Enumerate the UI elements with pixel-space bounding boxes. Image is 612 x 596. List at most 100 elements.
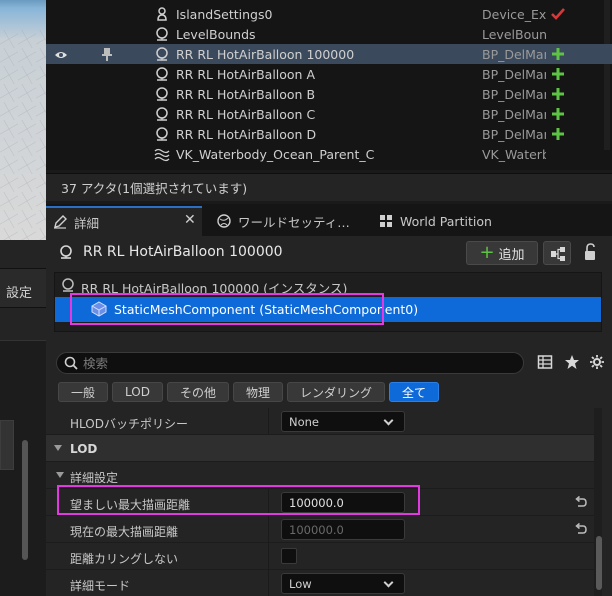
left-panel-box — [0, 420, 14, 470]
outliner-row-type: Device_Exp — [482, 6, 546, 22]
outliner-row[interactable]: RR RL HotAirBalloon C BP_DelMar — [46, 104, 612, 124]
reset-icon[interactable] — [574, 522, 588, 536]
chevron-down-icon — [383, 577, 394, 588]
checkmark-icon[interactable] — [550, 6, 566, 22]
current-draw-label: 現在の最大描画距離 — [70, 525, 179, 539]
advanced-label: 詳細設定 — [70, 471, 119, 485]
actor-icon — [154, 106, 170, 122]
outliner-row[interactable]: RR RL HotAirBalloon D BP_DelMar — [46, 124, 612, 144]
outliner-row-type: LevelBounds — [482, 26, 546, 42]
outliner-row[interactable]: IslandSettings0 Device_Exp — [46, 4, 612, 24]
filter-misc[interactable]: その他 — [166, 382, 229, 402]
viewport[interactable] — [0, 0, 46, 240]
hlod-label: HLODバッチポリシー — [70, 417, 188, 431]
reset-icon[interactable] — [574, 495, 588, 509]
outliner-row-label: RR RL HotAirBalloon 100000 — [176, 46, 355, 62]
star-icon[interactable] — [564, 354, 580, 370]
pin-icon[interactable] — [102, 47, 112, 61]
filter-all[interactable]: 全て — [389, 382, 440, 402]
table-view-icon[interactable] — [537, 354, 553, 370]
left-settings-header[interactable]: 設定 — [0, 268, 46, 308]
eye-icon[interactable] — [54, 49, 68, 59]
lod-category-label: LOD — [70, 442, 98, 456]
detail-mode-label: 詳細モード — [70, 579, 131, 593]
outliner-row-type: BP_DelMar — [482, 46, 546, 62]
detail-mode-dropdown[interactable]: Low — [281, 573, 405, 594]
globe-icon — [217, 214, 231, 228]
add-icon[interactable] — [550, 46, 566, 62]
outliner-row[interactable]: RR RL HotAirBalloon B BP_DelMar — [46, 84, 612, 104]
outliner-row[interactable]: LevelBounds LevelBounds — [46, 24, 612, 44]
expand-arrow-icon — [54, 445, 62, 451]
highlight-box-max-draw — [57, 485, 420, 515]
add-component-button[interactable]: + 追加 — [466, 241, 538, 265]
details-search[interactable] — [56, 352, 524, 374]
settings-actor-icon — [154, 6, 170, 22]
panel-tab-bar: 詳細 ✕ ワールドセッティ… World Partition — [46, 204, 612, 236]
add-icon[interactable] — [550, 86, 566, 102]
details-header: RR RL HotAirBalloon 100000 + 追加 — [46, 236, 612, 268]
outliner-row-type: BP_DelMar — [482, 86, 546, 102]
outliner-row-label: RR RL HotAirBalloon C — [176, 106, 316, 122]
hlod-dropdown[interactable]: None — [281, 411, 405, 432]
tab-world-settings-label: ワールドセッティ… — [238, 214, 350, 230]
filter-general[interactable]: 一般 — [58, 382, 109, 402]
divider — [268, 516, 269, 543]
outliner-row-type: BP_DelMar — [482, 66, 546, 82]
details-scroll-thumb[interactable] — [596, 536, 602, 590]
actor-name-title: RR RL HotAirBalloon 100000 — [83, 244, 283, 260]
add-icon[interactable] — [550, 106, 566, 122]
search-input[interactable] — [83, 355, 513, 372]
outliner-row-label: RR RL HotAirBalloon D — [176, 126, 317, 142]
tab-details-label: 詳細 — [74, 215, 100, 231]
filter-lod[interactable]: LOD — [112, 382, 163, 402]
filter-bar: 一般 LOD その他 物理 レンダリング 全て — [58, 382, 440, 404]
outliner-status-bar: 37 アクタ(1個選択されています) — [46, 173, 612, 201]
outliner-row[interactable]: RR RL HotAirBalloon 100000 BP_DelMar — [46, 44, 612, 64]
tab-world-partition-label: World Partition — [400, 213, 492, 229]
world-outliner: IslandSettings0Device_ExpLevelBoundsLeve… — [46, 0, 612, 170]
prop-row-detail-mode: 詳細モード Low — [46, 570, 598, 596]
actor-icon — [60, 245, 72, 259]
add-icon[interactable] — [550, 66, 566, 82]
outliner-row[interactable]: RR RL HotAirBalloon A BP_DelMar — [46, 64, 612, 84]
left-scrollbar[interactable] — [22, 440, 28, 560]
outliner-row-type: BP_DelMar — [482, 126, 546, 142]
outliner-row-label: RR RL HotAirBalloon A — [176, 66, 316, 82]
actor-icon — [62, 278, 74, 292]
close-icon[interactable]: ✕ — [184, 212, 196, 228]
prop-row-no-distance-cull: 距離カリングしない — [46, 543, 598, 570]
settings-label: 設定 — [6, 286, 33, 301]
lock-icon[interactable] — [582, 242, 598, 262]
gear-icon[interactable] — [589, 354, 605, 370]
filter-rendering[interactable]: レンダリング — [287, 382, 386, 402]
detail-mode-value: Low — [289, 577, 312, 591]
outliner-row-label: LevelBounds — [176, 26, 256, 42]
viewport-grid — [0, 30, 46, 240]
add-icon[interactable] — [550, 126, 566, 142]
filter-physics[interactable]: 物理 — [232, 382, 283, 402]
search-icon — [64, 356, 78, 370]
outliner-row[interactable]: VK_Waterbody_Ocean_Parent_C VK_Waterb — [46, 144, 612, 164]
expand-arrow-icon — [56, 472, 64, 478]
tab-world-partition[interactable]: World Partition — [376, 206, 492, 236]
outliner-row-label: IslandSettings0 — [176, 6, 273, 22]
hlod-value: None — [289, 415, 320, 429]
divider — [268, 543, 269, 570]
tab-world-settings[interactable]: ワールドセッティ… — [214, 206, 350, 236]
actor-icon — [154, 26, 170, 42]
details-icon — [54, 215, 67, 229]
outliner-row-label: RR RL HotAirBalloon B — [176, 86, 316, 102]
grid-icon — [380, 215, 392, 227]
tab-details[interactable]: 詳細 — [46, 206, 202, 236]
actor-icon — [154, 126, 170, 142]
highlight-box-component — [70, 293, 384, 325]
actor-count-text: 37 アクタ(1個選択されています) — [61, 181, 248, 196]
divider — [268, 570, 269, 596]
blueprint-button[interactable] — [543, 241, 571, 265]
outliner-row-type: BP_DelMar — [482, 106, 546, 122]
prop-row-current-draw-distance: 現在の最大描画距離 100000.0 — [46, 516, 598, 543]
category-lod[interactable]: LOD — [46, 435, 598, 462]
details-panel: RR RL HotAirBalloon 100000 + 追加 RR RL Ho… — [46, 236, 612, 596]
no-distance-cull-checkbox[interactable] — [281, 548, 297, 564]
